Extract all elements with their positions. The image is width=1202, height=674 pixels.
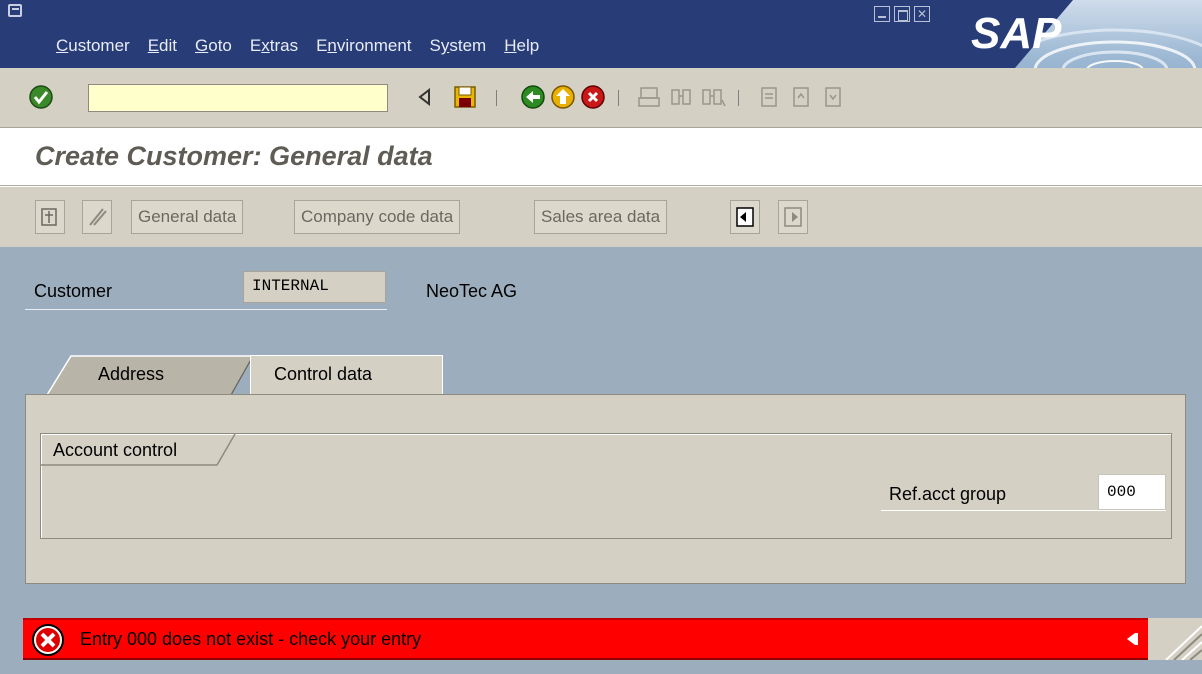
find-icon xyxy=(671,89,691,105)
menu-edit[interactable]: Edit xyxy=(148,36,177,56)
other-customer-button[interactable] xyxy=(35,200,65,234)
first-page-icon xyxy=(761,87,777,107)
menu-system[interactable]: System xyxy=(430,36,487,56)
resize-grip-icon[interactable] xyxy=(1148,618,1202,660)
main-area: Customer INTERNAL NeoTec AG Address Cont… xyxy=(0,247,1202,674)
cancel-icon[interactable] xyxy=(580,84,606,110)
tab-address-label[interactable]: Address xyxy=(98,364,164,385)
command-field[interactable] xyxy=(88,84,467,112)
customer-name: NeoTec AG xyxy=(426,281,518,301)
menu-goto[interactable]: Goto xyxy=(195,36,232,56)
account-control-group: Account control Ref.acct group 000 xyxy=(40,433,1172,539)
window-controls: ✕ xyxy=(874,6,930,22)
customer-underline xyxy=(25,309,387,310)
print-icon xyxy=(638,87,660,107)
close-icon[interactable]: ✕ xyxy=(914,6,930,22)
other-customer-icon xyxy=(41,208,57,226)
tab-control-data-label[interactable]: Control data xyxy=(274,364,372,385)
exit-icon[interactable] xyxy=(550,84,576,110)
find-next-icon xyxy=(702,89,726,107)
next-screen-icon xyxy=(784,207,802,227)
previous-page-icon xyxy=(793,87,809,107)
toolbar-separator xyxy=(738,90,739,106)
sales-area-data-button[interactable]: Sales area data xyxy=(534,200,668,234)
toolbar-separator xyxy=(496,90,497,106)
tab-panel-control-data: Account control Ref.acct group 000 xyxy=(25,394,1186,584)
ref-acct-group-field[interactable]: 000 xyxy=(1098,474,1166,510)
previous-screen-icon xyxy=(736,207,754,227)
general-data-button[interactable]: General data xyxy=(131,200,244,234)
menu-help[interactable]: Help xyxy=(504,36,539,56)
back-arrow-icon[interactable] xyxy=(412,84,438,110)
sap-logo: SAP xyxy=(965,0,1073,68)
save-icon[interactable] xyxy=(452,84,478,110)
status-message: Entry 000 does not exist - check your en… xyxy=(80,629,422,649)
ref-acct-group-label: Ref.acct group xyxy=(889,484,1007,504)
window-menu-icon[interactable] xyxy=(8,4,22,17)
standard-toolbar xyxy=(0,68,1202,128)
customer-label: Customer xyxy=(34,281,113,301)
enter-icon[interactable] xyxy=(28,84,54,110)
application-toolbar: General data Company code data Sales are… xyxy=(0,187,1202,247)
next-page-icon xyxy=(825,87,841,107)
change-display-button[interactable] xyxy=(82,200,112,234)
maximize-icon[interactable] xyxy=(894,6,910,22)
ref-acct-group-underline xyxy=(881,510,1166,511)
menu-items: Customer Edit Goto Extras Environment Sy… xyxy=(56,36,557,56)
menu-extras[interactable]: Extras xyxy=(250,36,298,56)
status-bar: Entry 000 does not exist - check your en… xyxy=(23,618,1148,660)
previous-screen-button[interactable] xyxy=(730,200,760,234)
company-code-data-button[interactable]: Company code data xyxy=(294,200,461,234)
minimize-icon[interactable] xyxy=(874,6,890,22)
page-title: Create Customer: General data xyxy=(35,141,433,171)
customer-field: INTERNAL xyxy=(243,271,386,303)
account-control-title: Account control xyxy=(53,440,178,460)
menu-customer[interactable]: Customer xyxy=(56,36,130,56)
error-icon xyxy=(32,624,64,656)
screen-title-bar: Create Customer: General data xyxy=(0,129,1202,186)
next-screen-button[interactable] xyxy=(778,200,808,234)
status-expand-icon[interactable] xyxy=(1123,631,1139,647)
menu-environment[interactable]: Environment xyxy=(316,36,411,56)
toolbar-separator xyxy=(618,90,619,106)
svg-text:SAP: SAP xyxy=(971,9,1062,58)
change-display-icon xyxy=(89,208,107,226)
back-icon[interactable] xyxy=(520,84,546,110)
